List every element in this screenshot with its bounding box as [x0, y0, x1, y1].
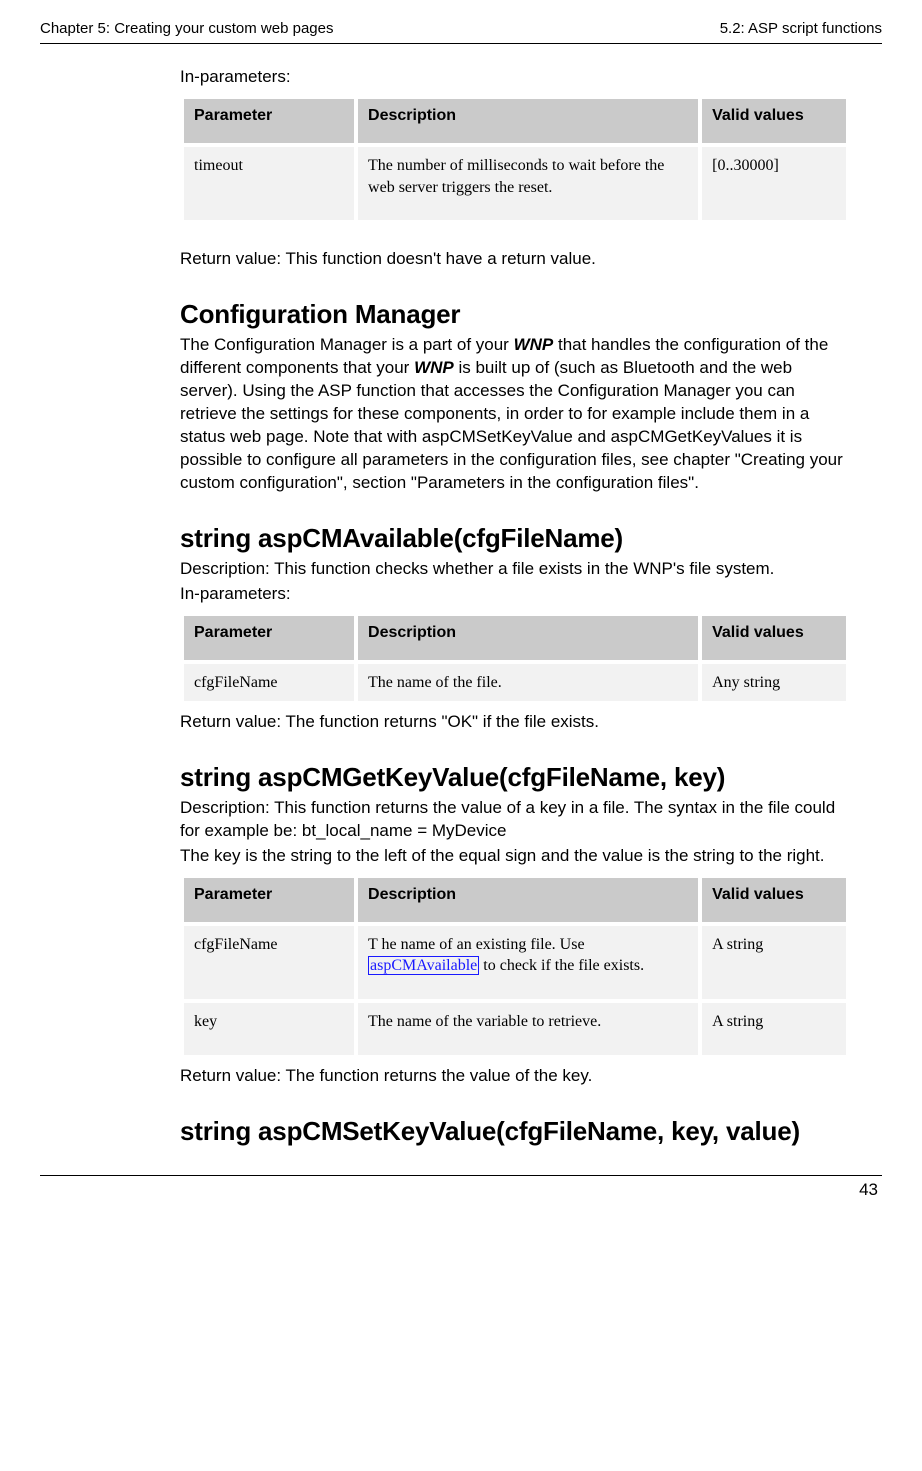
aspcmgetkeyvalue-parameter-table: Parameter Description Valid values cfgFi…	[180, 874, 850, 1059]
cell-description: The name of the variable to retrieve.	[358, 1003, 698, 1055]
in-parameters-label: In-parameters:	[180, 66, 850, 89]
table-row: timeout The number of milliseconds to wa…	[184, 147, 846, 220]
in-parameters-label: In-parameters:	[180, 583, 850, 606]
cell-desc-pre: T he name of an existing file. Use	[368, 936, 585, 953]
header-section-right: 5.2: ASP script functions	[720, 20, 882, 37]
col-header-parameter: Parameter	[184, 878, 354, 922]
header-rule	[40, 43, 882, 44]
cell-description: The number of milliseconds to wait befor…	[358, 147, 698, 220]
cell-valid-values: [0..30000]	[702, 147, 846, 220]
cell-valid-values: A string	[702, 1003, 846, 1055]
table-row: cfgFileName The name of the file. Any st…	[184, 664, 846, 702]
timeout-parameter-table: Parameter Description Valid values timeo…	[180, 95, 850, 224]
table-header-row: Parameter Description Valid values	[184, 99, 846, 143]
table-header-row: Parameter Description Valid values	[184, 616, 846, 660]
wnp-term: WNP	[414, 358, 454, 377]
configuration-manager-paragraph: The Configuration Manager is a part of y…	[180, 334, 850, 495]
col-header-description: Description	[358, 878, 698, 922]
cell-description: The name of the file.	[358, 664, 698, 702]
return-value-text: Return value: The function returns the v…	[180, 1065, 850, 1088]
link-aspcmavailable[interactable]: aspCMAvailable	[368, 956, 479, 975]
cell-parameter: key	[184, 1003, 354, 1055]
col-header-parameter: Parameter	[184, 616, 354, 660]
heading-aspcmavailable: string aspCMAvailable(cfgFileName)	[180, 523, 850, 554]
cell-desc-post: to check if the file exists.	[479, 957, 644, 974]
heading-aspcmgetkeyvalue: string aspCMGetKeyValue(cfgFileName, key…	[180, 762, 850, 793]
aspcmgetkeyvalue-description-1: Description: This function returns the v…	[180, 797, 850, 843]
cfgmgr-text-mid2: is built up of (such as Bluetooth and th…	[180, 358, 843, 492]
cell-parameter: cfgFileName	[184, 926, 354, 999]
cell-parameter: cfgFileName	[184, 664, 354, 702]
table-row: cfgFileName T he name of an existing fil…	[184, 926, 846, 999]
aspcmgetkeyvalue-description-2: The key is the string to the left of the…	[180, 845, 850, 868]
cell-valid-values: Any string	[702, 664, 846, 702]
wnp-term: WNP	[514, 335, 554, 354]
col-header-description: Description	[358, 99, 698, 143]
cell-description: T he name of an existing file. Use aspCM…	[358, 926, 698, 999]
cfgmgr-text-pre: The Configuration Manager is a part of y…	[180, 335, 514, 354]
col-header-valid-values: Valid values	[702, 878, 846, 922]
page-number: 43	[40, 1180, 882, 1200]
table-row: key The name of the variable to retrieve…	[184, 1003, 846, 1055]
heading-aspcmsetkeyvalue: string aspCMSetKeyValue(cfgFileName, key…	[180, 1116, 850, 1147]
footer-rule	[40, 1175, 882, 1176]
heading-configuration-manager: Configuration Manager	[180, 299, 850, 330]
col-header-parameter: Parameter	[184, 99, 354, 143]
col-header-valid-values: Valid values	[702, 99, 846, 143]
col-header-valid-values: Valid values	[702, 616, 846, 660]
aspcmavailable-parameter-table: Parameter Description Valid values cfgFi…	[180, 612, 850, 706]
table-header-row: Parameter Description Valid values	[184, 878, 846, 922]
cell-valid-values: A string	[702, 926, 846, 999]
aspcmavailable-description: Description: This function checks whethe…	[180, 558, 850, 581]
page-header: Chapter 5: Creating your custom web page…	[40, 20, 882, 41]
return-value-text: Return value: The function returns "OK" …	[180, 711, 850, 734]
cell-parameter: timeout	[184, 147, 354, 220]
return-value-text: Return value: This function doesn't have…	[180, 248, 850, 271]
header-chapter-left: Chapter 5: Creating your custom web page…	[40, 20, 334, 37]
col-header-description: Description	[358, 616, 698, 660]
